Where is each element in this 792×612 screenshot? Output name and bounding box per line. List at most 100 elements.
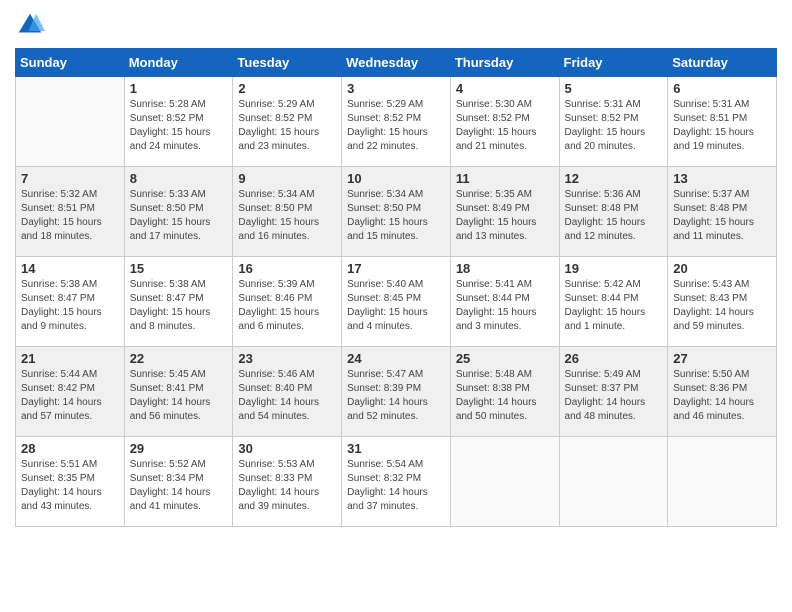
calendar-cell: 13 Sunrise: 5:37 AMSunset: 8:48 PMDayligh… (668, 167, 777, 257)
calendar-cell (668, 437, 777, 527)
day-number: 27 (673, 351, 771, 366)
day-number: 3 (347, 81, 445, 96)
calendar-week-4: 21 Sunrise: 5:44 AMSunset: 8:42 PMDayligh… (16, 347, 777, 437)
calendar-week-1: 1 Sunrise: 5:28 AMSunset: 8:52 PMDaylight… (16, 77, 777, 167)
calendar-cell: 15 Sunrise: 5:38 AMSunset: 8:47 PMDayligh… (124, 257, 233, 347)
day-info: Sunrise: 5:33 AMSunset: 8:50 PMDaylight:… (130, 188, 228, 244)
day-info: Sunrise: 5:30 AMSunset: 8:52 PMDaylight:… (456, 98, 554, 154)
calendar-cell: 31 Sunrise: 5:54 AMSunset: 8:32 PMDayligh… (342, 437, 451, 527)
calendar-cell: 19 Sunrise: 5:42 AMSunset: 8:44 PMDayligh… (559, 257, 668, 347)
day-info: Sunrise: 5:46 AMSunset: 8:40 PMDaylight:… (238, 368, 336, 424)
day-info: Sunrise: 5:32 AMSunset: 8:51 PMDaylight:… (21, 188, 119, 244)
day-info: Sunrise: 5:50 AMSunset: 8:36 PMDaylight:… (673, 368, 771, 424)
day-number: 31 (347, 441, 445, 456)
day-number: 5 (565, 81, 663, 96)
day-number: 24 (347, 351, 445, 366)
day-info: Sunrise: 5:39 AMSunset: 8:46 PMDaylight:… (238, 278, 336, 334)
day-number: 21 (21, 351, 119, 366)
day-info: Sunrise: 5:49 AMSunset: 8:37 PMDaylight:… (565, 368, 663, 424)
calendar-cell: 27 Sunrise: 5:50 AMSunset: 8:36 PMDayligh… (668, 347, 777, 437)
calendar-cell: 23 Sunrise: 5:46 AMSunset: 8:40 PMDayligh… (233, 347, 342, 437)
day-info: Sunrise: 5:38 AMSunset: 8:47 PMDaylight:… (130, 278, 228, 334)
day-number: 14 (21, 261, 119, 276)
day-info: Sunrise: 5:51 AMSunset: 8:35 PMDaylight:… (21, 458, 119, 514)
day-info: Sunrise: 5:35 AMSunset: 8:49 PMDaylight:… (456, 188, 554, 244)
day-number: 1 (130, 81, 228, 96)
day-number: 18 (456, 261, 554, 276)
day-number: 17 (347, 261, 445, 276)
day-number: 22 (130, 351, 228, 366)
day-info: Sunrise: 5:28 AMSunset: 8:52 PMDaylight:… (130, 98, 228, 154)
day-info: Sunrise: 5:48 AMSunset: 8:38 PMDaylight:… (456, 368, 554, 424)
day-info: Sunrise: 5:34 AMSunset: 8:50 PMDaylight:… (238, 188, 336, 244)
calendar-cell: 22 Sunrise: 5:45 AMSunset: 8:41 PMDayligh… (124, 347, 233, 437)
day-info: Sunrise: 5:47 AMSunset: 8:39 PMDaylight:… (347, 368, 445, 424)
day-number: 13 (673, 171, 771, 186)
day-number: 8 (130, 171, 228, 186)
day-info: Sunrise: 5:31 AMSunset: 8:52 PMDaylight:… (565, 98, 663, 154)
calendar-cell: 5 Sunrise: 5:31 AMSunset: 8:52 PMDaylight… (559, 77, 668, 167)
calendar-cell (450, 437, 559, 527)
calendar-cell: 8 Sunrise: 5:33 AMSunset: 8:50 PMDaylight… (124, 167, 233, 257)
day-number: 19 (565, 261, 663, 276)
day-info: Sunrise: 5:44 AMSunset: 8:42 PMDaylight:… (21, 368, 119, 424)
day-of-week-thursday: Thursday (450, 49, 559, 77)
day-number: 16 (238, 261, 336, 276)
day-number: 26 (565, 351, 663, 366)
calendar-cell: 24 Sunrise: 5:47 AMSunset: 8:39 PMDayligh… (342, 347, 451, 437)
day-of-week-monday: Monday (124, 49, 233, 77)
calendar-cell (559, 437, 668, 527)
day-number: 11 (456, 171, 554, 186)
calendar-cell: 4 Sunrise: 5:30 AMSunset: 8:52 PMDaylight… (450, 77, 559, 167)
day-info: Sunrise: 5:42 AMSunset: 8:44 PMDaylight:… (565, 278, 663, 334)
day-number: 4 (456, 81, 554, 96)
day-number: 20 (673, 261, 771, 276)
day-number: 10 (347, 171, 445, 186)
calendar-cell: 29 Sunrise: 5:52 AMSunset: 8:34 PMDayligh… (124, 437, 233, 527)
calendar-body: 1 Sunrise: 5:28 AMSunset: 8:52 PMDaylight… (16, 77, 777, 527)
day-info: Sunrise: 5:29 AMSunset: 8:52 PMDaylight:… (238, 98, 336, 154)
day-number: 15 (130, 261, 228, 276)
calendar-cell: 16 Sunrise: 5:39 AMSunset: 8:46 PMDayligh… (233, 257, 342, 347)
calendar-cell: 17 Sunrise: 5:40 AMSunset: 8:45 PMDayligh… (342, 257, 451, 347)
calendar-cell: 3Sunrise: 5:29 AMSunset: 8:52 PMDaylight… (342, 77, 451, 167)
day-info: Sunrise: 5:45 AMSunset: 8:41 PMDaylight:… (130, 368, 228, 424)
calendar-week-3: 14 Sunrise: 5:38 AMSunset: 8:47 PMDayligh… (16, 257, 777, 347)
calendar-cell (16, 77, 125, 167)
day-of-week-saturday: Saturday (668, 49, 777, 77)
day-info: Sunrise: 5:36 AMSunset: 8:48 PMDaylight:… (565, 188, 663, 244)
calendar-cell: 26 Sunrise: 5:49 AMSunset: 8:37 PMDayligh… (559, 347, 668, 437)
calendar-cell: 9Sunrise: 5:34 AMSunset: 8:50 PMDaylight… (233, 167, 342, 257)
calendar-cell: 2 Sunrise: 5:29 AMSunset: 8:52 PMDaylight… (233, 77, 342, 167)
calendar-cell: 21 Sunrise: 5:44 AMSunset: 8:42 PMDayligh… (16, 347, 125, 437)
day-number: 29 (130, 441, 228, 456)
day-info: Sunrise: 5:53 AMSunset: 8:33 PMDaylight:… (238, 458, 336, 514)
calendar-header: SundayMondayTuesdayWednesdayThursdayFrid… (16, 49, 777, 77)
calendar-week-2: 7Sunrise: 5:32 AMSunset: 8:51 PMDaylight… (16, 167, 777, 257)
day-info: Sunrise: 5:37 AMSunset: 8:48 PMDaylight:… (673, 188, 771, 244)
calendar-cell: 28Sunrise: 5:51 AMSunset: 8:35 PMDayligh… (16, 437, 125, 527)
logo (15, 10, 49, 40)
calendar-cell: 18 Sunrise: 5:41 AMSunset: 8:44 PMDayligh… (450, 257, 559, 347)
calendar-week-5: 28Sunrise: 5:51 AMSunset: 8:35 PMDayligh… (16, 437, 777, 527)
day-of-week-wednesday: Wednesday (342, 49, 451, 77)
day-info: Sunrise: 5:52 AMSunset: 8:34 PMDaylight:… (130, 458, 228, 514)
calendar-cell: 30 Sunrise: 5:53 AMSunset: 8:33 PMDayligh… (233, 437, 342, 527)
calendar-cell: 6Sunrise: 5:31 AMSunset: 8:51 PMDaylight… (668, 77, 777, 167)
day-number: 12 (565, 171, 663, 186)
days-of-week-row: SundayMondayTuesdayWednesdayThursdayFrid… (16, 49, 777, 77)
calendar-cell: 12 Sunrise: 5:36 AMSunset: 8:48 PMDayligh… (559, 167, 668, 257)
day-info: Sunrise: 5:41 AMSunset: 8:44 PMDaylight:… (456, 278, 554, 334)
calendar-cell: 14Sunrise: 5:38 AMSunset: 8:47 PMDayligh… (16, 257, 125, 347)
calendar-cell: 10Sunrise: 5:34 AMSunset: 8:50 PMDayligh… (342, 167, 451, 257)
day-info: Sunrise: 5:54 AMSunset: 8:32 PMDaylight:… (347, 458, 445, 514)
day-of-week-friday: Friday (559, 49, 668, 77)
day-number: 2 (238, 81, 336, 96)
page-header (15, 10, 777, 40)
day-info: Sunrise: 5:43 AMSunset: 8:43 PMDaylight:… (673, 278, 771, 334)
day-info: Sunrise: 5:40 AMSunset: 8:45 PMDaylight:… (347, 278, 445, 334)
day-number: 23 (238, 351, 336, 366)
calendar-cell: 11 Sunrise: 5:35 AMSunset: 8:49 PMDayligh… (450, 167, 559, 257)
day-number: 30 (238, 441, 336, 456)
calendar-cell: 25Sunrise: 5:48 AMSunset: 8:38 PMDayligh… (450, 347, 559, 437)
